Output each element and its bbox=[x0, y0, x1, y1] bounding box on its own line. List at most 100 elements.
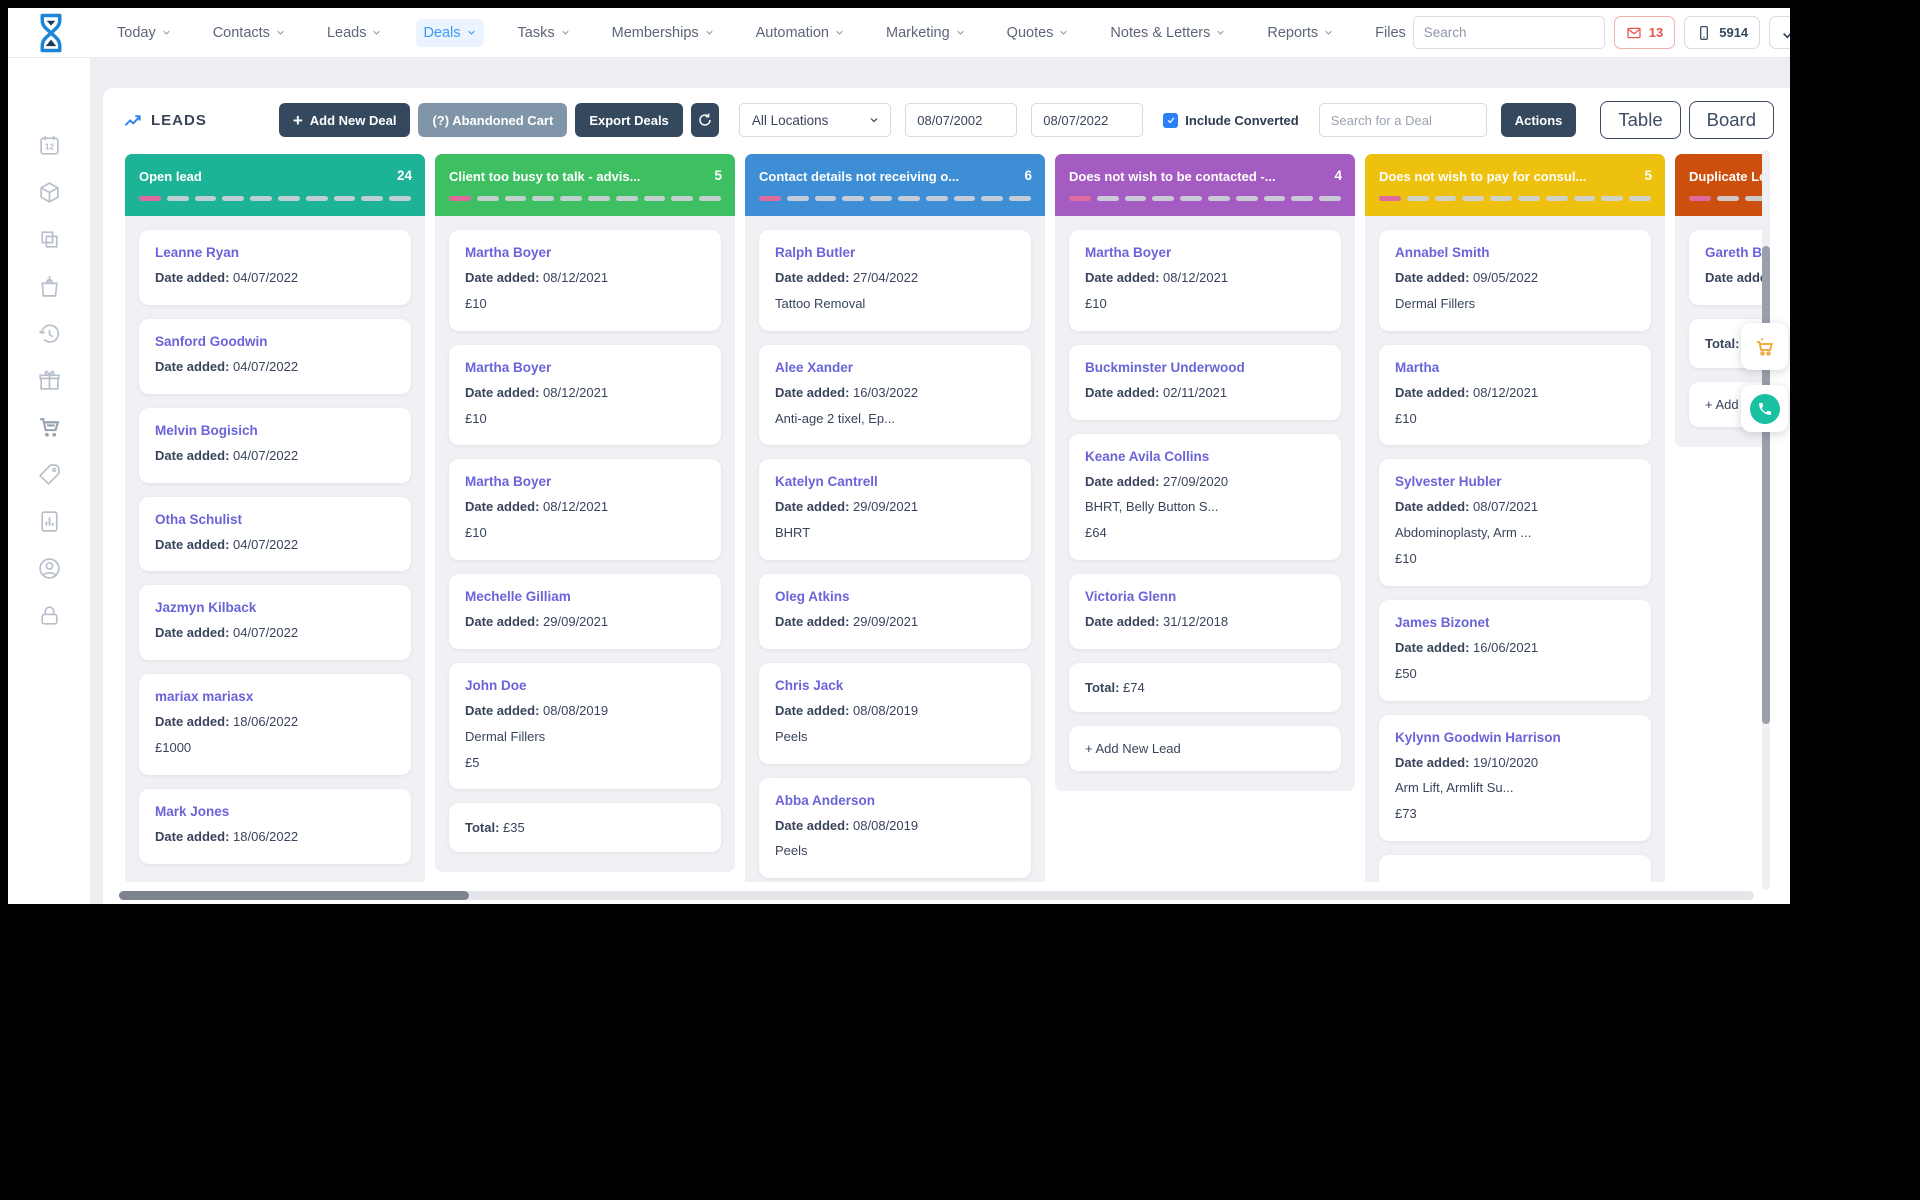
lead-card[interactable]: Keane Avila CollinsDate added: 27/09/202… bbox=[1069, 434, 1341, 561]
lead-card[interactable]: Mechelle GilliamDate added: 29/09/2021 bbox=[449, 574, 721, 649]
phone-calls-button[interactable]: 5914 bbox=[1684, 16, 1760, 49]
nav-item-notes-letters[interactable]: Notes & Letters bbox=[1103, 19, 1233, 47]
vertical-scrollbar[interactable] bbox=[1762, 150, 1770, 890]
lead-name-link[interactable]: Martha bbox=[1395, 360, 1635, 375]
lead-card[interactable]: Ralph ButlerDate added: 27/04/2022Tattoo… bbox=[759, 230, 1031, 331]
lead-name-link[interactable]: Alee Xander bbox=[775, 360, 1015, 375]
nav-item-tasks[interactable]: Tasks bbox=[511, 19, 578, 47]
abandoned-cart-button[interactable]: (?) Abandoned Cart bbox=[418, 103, 567, 137]
lead-name-link[interactable]: Oleg Atkins bbox=[775, 589, 1015, 604]
lead-card-partial[interactable] bbox=[1379, 855, 1651, 882]
lead-card[interactable]: Melvin BogisichDate added: 04/07/2022 bbox=[139, 408, 411, 483]
sidebar-item-copy[interactable] bbox=[34, 226, 64, 252]
lead-name-link[interactable]: Abba Anderson bbox=[775, 793, 1015, 808]
nav-item-contacts[interactable]: Contacts bbox=[206, 19, 293, 47]
sidebar-item-report[interactable] bbox=[34, 508, 64, 534]
sidebar-item-price-tag[interactable] bbox=[34, 461, 64, 487]
table-view-button[interactable]: Table bbox=[1600, 101, 1680, 139]
lead-card[interactable]: Abba AndersonDate added: 08/08/2019Peels bbox=[759, 778, 1031, 879]
lead-name-link[interactable]: Melvin Bogisich bbox=[155, 423, 395, 438]
lead-name-link[interactable]: Martha Boyer bbox=[1085, 245, 1325, 260]
nav-item-deals[interactable]: Deals bbox=[416, 19, 483, 47]
sidebar-item-account[interactable] bbox=[34, 555, 64, 581]
sidebar-item-cart[interactable] bbox=[34, 414, 64, 440]
horizontal-scrollbar[interactable] bbox=[119, 891, 1754, 900]
vertical-scrollbar-thumb[interactable] bbox=[1762, 246, 1770, 724]
lead-card[interactable]: Martha BoyerDate added: 08/12/2021£10 bbox=[1069, 230, 1341, 331]
search-input[interactable] bbox=[1414, 25, 1605, 40]
column-header[interactable]: Client too busy to talk - advis...5 bbox=[435, 154, 735, 216]
nav-item-today[interactable]: Today bbox=[110, 19, 179, 47]
lead-name-link[interactable]: Martha Boyer bbox=[465, 474, 705, 489]
lead-card[interactable]: Martha BoyerDate added: 08/12/2021£10 bbox=[449, 459, 721, 560]
date-from-input[interactable] bbox=[905, 103, 1017, 137]
column-header[interactable]: Does not wish to be contacted -...4 bbox=[1055, 154, 1355, 216]
lead-card[interactable]: James BizonetDate added: 16/06/2021£50 bbox=[1379, 600, 1651, 701]
nav-item-memberships[interactable]: Memberships bbox=[605, 19, 722, 47]
lead-card[interactable]: Jazmyn KilbackDate added: 04/07/2022 bbox=[139, 585, 411, 660]
lead-card[interactable]: Alee XanderDate added: 16/03/2022Anti-ag… bbox=[759, 345, 1031, 446]
lead-card[interactable]: Martha BoyerDate added: 08/12/2021£10 bbox=[449, 230, 721, 331]
lead-card[interactable]: mariax mariasxDate added: 18/06/2022£100… bbox=[139, 674, 411, 775]
board-view-button[interactable]: Board bbox=[1689, 101, 1774, 139]
add-new-lead-button[interactable]: + Add New Lead bbox=[1069, 726, 1341, 771]
date-to-input[interactable] bbox=[1031, 103, 1143, 137]
lead-card[interactable]: Otha SchulistDate added: 04/07/2022 bbox=[139, 497, 411, 572]
actions-button[interactable]: Actions bbox=[1501, 103, 1577, 137]
lead-card[interactable]: Chris JackDate added: 08/08/2019Peels bbox=[759, 663, 1031, 764]
sidebar-item-history[interactable] bbox=[34, 320, 64, 346]
column-header[interactable]: Contact details not receiving o...6 bbox=[745, 154, 1045, 216]
whatsapp-fab[interactable] bbox=[1741, 385, 1788, 432]
lead-name-link[interactable]: Buckminster Underwood bbox=[1085, 360, 1325, 375]
deal-search-input[interactable] bbox=[1319, 103, 1487, 137]
lead-card[interactable]: Oleg AtkinsDate added: 29/09/2021 bbox=[759, 574, 1031, 649]
lead-card[interactable]: Buckminster UnderwoodDate added: 02/11/2… bbox=[1069, 345, 1341, 420]
lead-card[interactable]: John DoeDate added: 08/08/2019Dermal Fil… bbox=[449, 663, 721, 790]
lead-card[interactable]: Annabel SmithDate added: 09/05/2022Derma… bbox=[1379, 230, 1651, 331]
lead-name-link[interactable]: Mark Jones bbox=[155, 804, 395, 819]
lead-name-link[interactable]: Martha Boyer bbox=[465, 360, 705, 375]
sidebar-item-lock[interactable] bbox=[34, 602, 64, 628]
nav-item-files[interactable]: Files bbox=[1368, 19, 1413, 47]
lead-name-link[interactable]: Annabel Smith bbox=[1395, 245, 1635, 260]
nav-item-marketing[interactable]: Marketing bbox=[879, 19, 973, 47]
tasks-button[interactable]: 14 bbox=[1769, 16, 1790, 49]
lead-name-link[interactable]: Chris Jack bbox=[775, 678, 1015, 693]
lead-name-link[interactable]: Victoria Glenn bbox=[1085, 589, 1325, 604]
include-converted-checkbox[interactable]: Include Converted bbox=[1163, 113, 1298, 128]
lead-card[interactable]: Sanford GoodwinDate added: 04/07/2022 bbox=[139, 319, 411, 394]
lead-name-link[interactable]: Leanne Ryan bbox=[155, 245, 395, 260]
messages-button[interactable]: 13 bbox=[1614, 16, 1675, 49]
lead-card[interactable]: Victoria GlennDate added: 31/12/2018 bbox=[1069, 574, 1341, 649]
sidebar-item-calendar-12[interactable] bbox=[34, 132, 64, 158]
lead-name-link[interactable]: Mechelle Gilliam bbox=[465, 589, 705, 604]
lead-name-link[interactable]: John Doe bbox=[465, 678, 705, 693]
sidebar-item-gift[interactable] bbox=[34, 367, 64, 393]
lead-name-link[interactable]: Martha Boyer bbox=[465, 245, 705, 260]
lead-name-link[interactable]: Kylynn Goodwin Harrison bbox=[1395, 730, 1635, 745]
lead-card[interactable]: Martha BoyerDate added: 08/12/2021£10 bbox=[449, 345, 721, 446]
lead-name-link[interactable]: Otha Schulist bbox=[155, 512, 395, 527]
lead-card[interactable]: Kylynn Goodwin HarrisonDate added: 19/10… bbox=[1379, 715, 1651, 842]
lead-name-link[interactable]: Sylvester Hubler bbox=[1395, 474, 1635, 489]
lead-name-link[interactable]: Keane Avila Collins bbox=[1085, 449, 1325, 464]
nav-item-automation[interactable]: Automation bbox=[749, 19, 852, 47]
lead-name-link[interactable]: Sanford Goodwin bbox=[155, 334, 395, 349]
sidebar-item-package[interactable] bbox=[34, 179, 64, 205]
lead-card[interactable]: Leanne RyanDate added: 04/07/2022 bbox=[139, 230, 411, 305]
location-filter-select[interactable]: All Locations bbox=[739, 103, 891, 137]
lead-name-link[interactable]: James Bizonet bbox=[1395, 615, 1635, 630]
nav-item-quotes[interactable]: Quotes bbox=[1000, 19, 1077, 47]
lead-card[interactable]: Gareth BuckDate added: bbox=[1689, 230, 1762, 305]
refresh-button[interactable] bbox=[691, 103, 719, 137]
abandoned-cart-fab[interactable] bbox=[1741, 323, 1788, 370]
lead-name-link[interactable]: Jazmyn Kilback bbox=[155, 600, 395, 615]
nav-item-leads[interactable]: Leads bbox=[320, 19, 390, 47]
nav-item-reports[interactable]: Reports bbox=[1260, 19, 1341, 47]
horizontal-scrollbar-thumb[interactable] bbox=[119, 891, 469, 900]
lead-name-link[interactable]: Gareth Buck bbox=[1705, 245, 1762, 260]
lead-card[interactable]: MarthaDate added: 08/12/2021£10 bbox=[1379, 345, 1651, 446]
sidebar-item-bag-download[interactable] bbox=[34, 273, 64, 299]
add-new-deal-button[interactable]: + Add New Deal bbox=[279, 103, 411, 137]
column-header[interactable]: Does not wish to pay for consul...5 bbox=[1365, 154, 1665, 216]
